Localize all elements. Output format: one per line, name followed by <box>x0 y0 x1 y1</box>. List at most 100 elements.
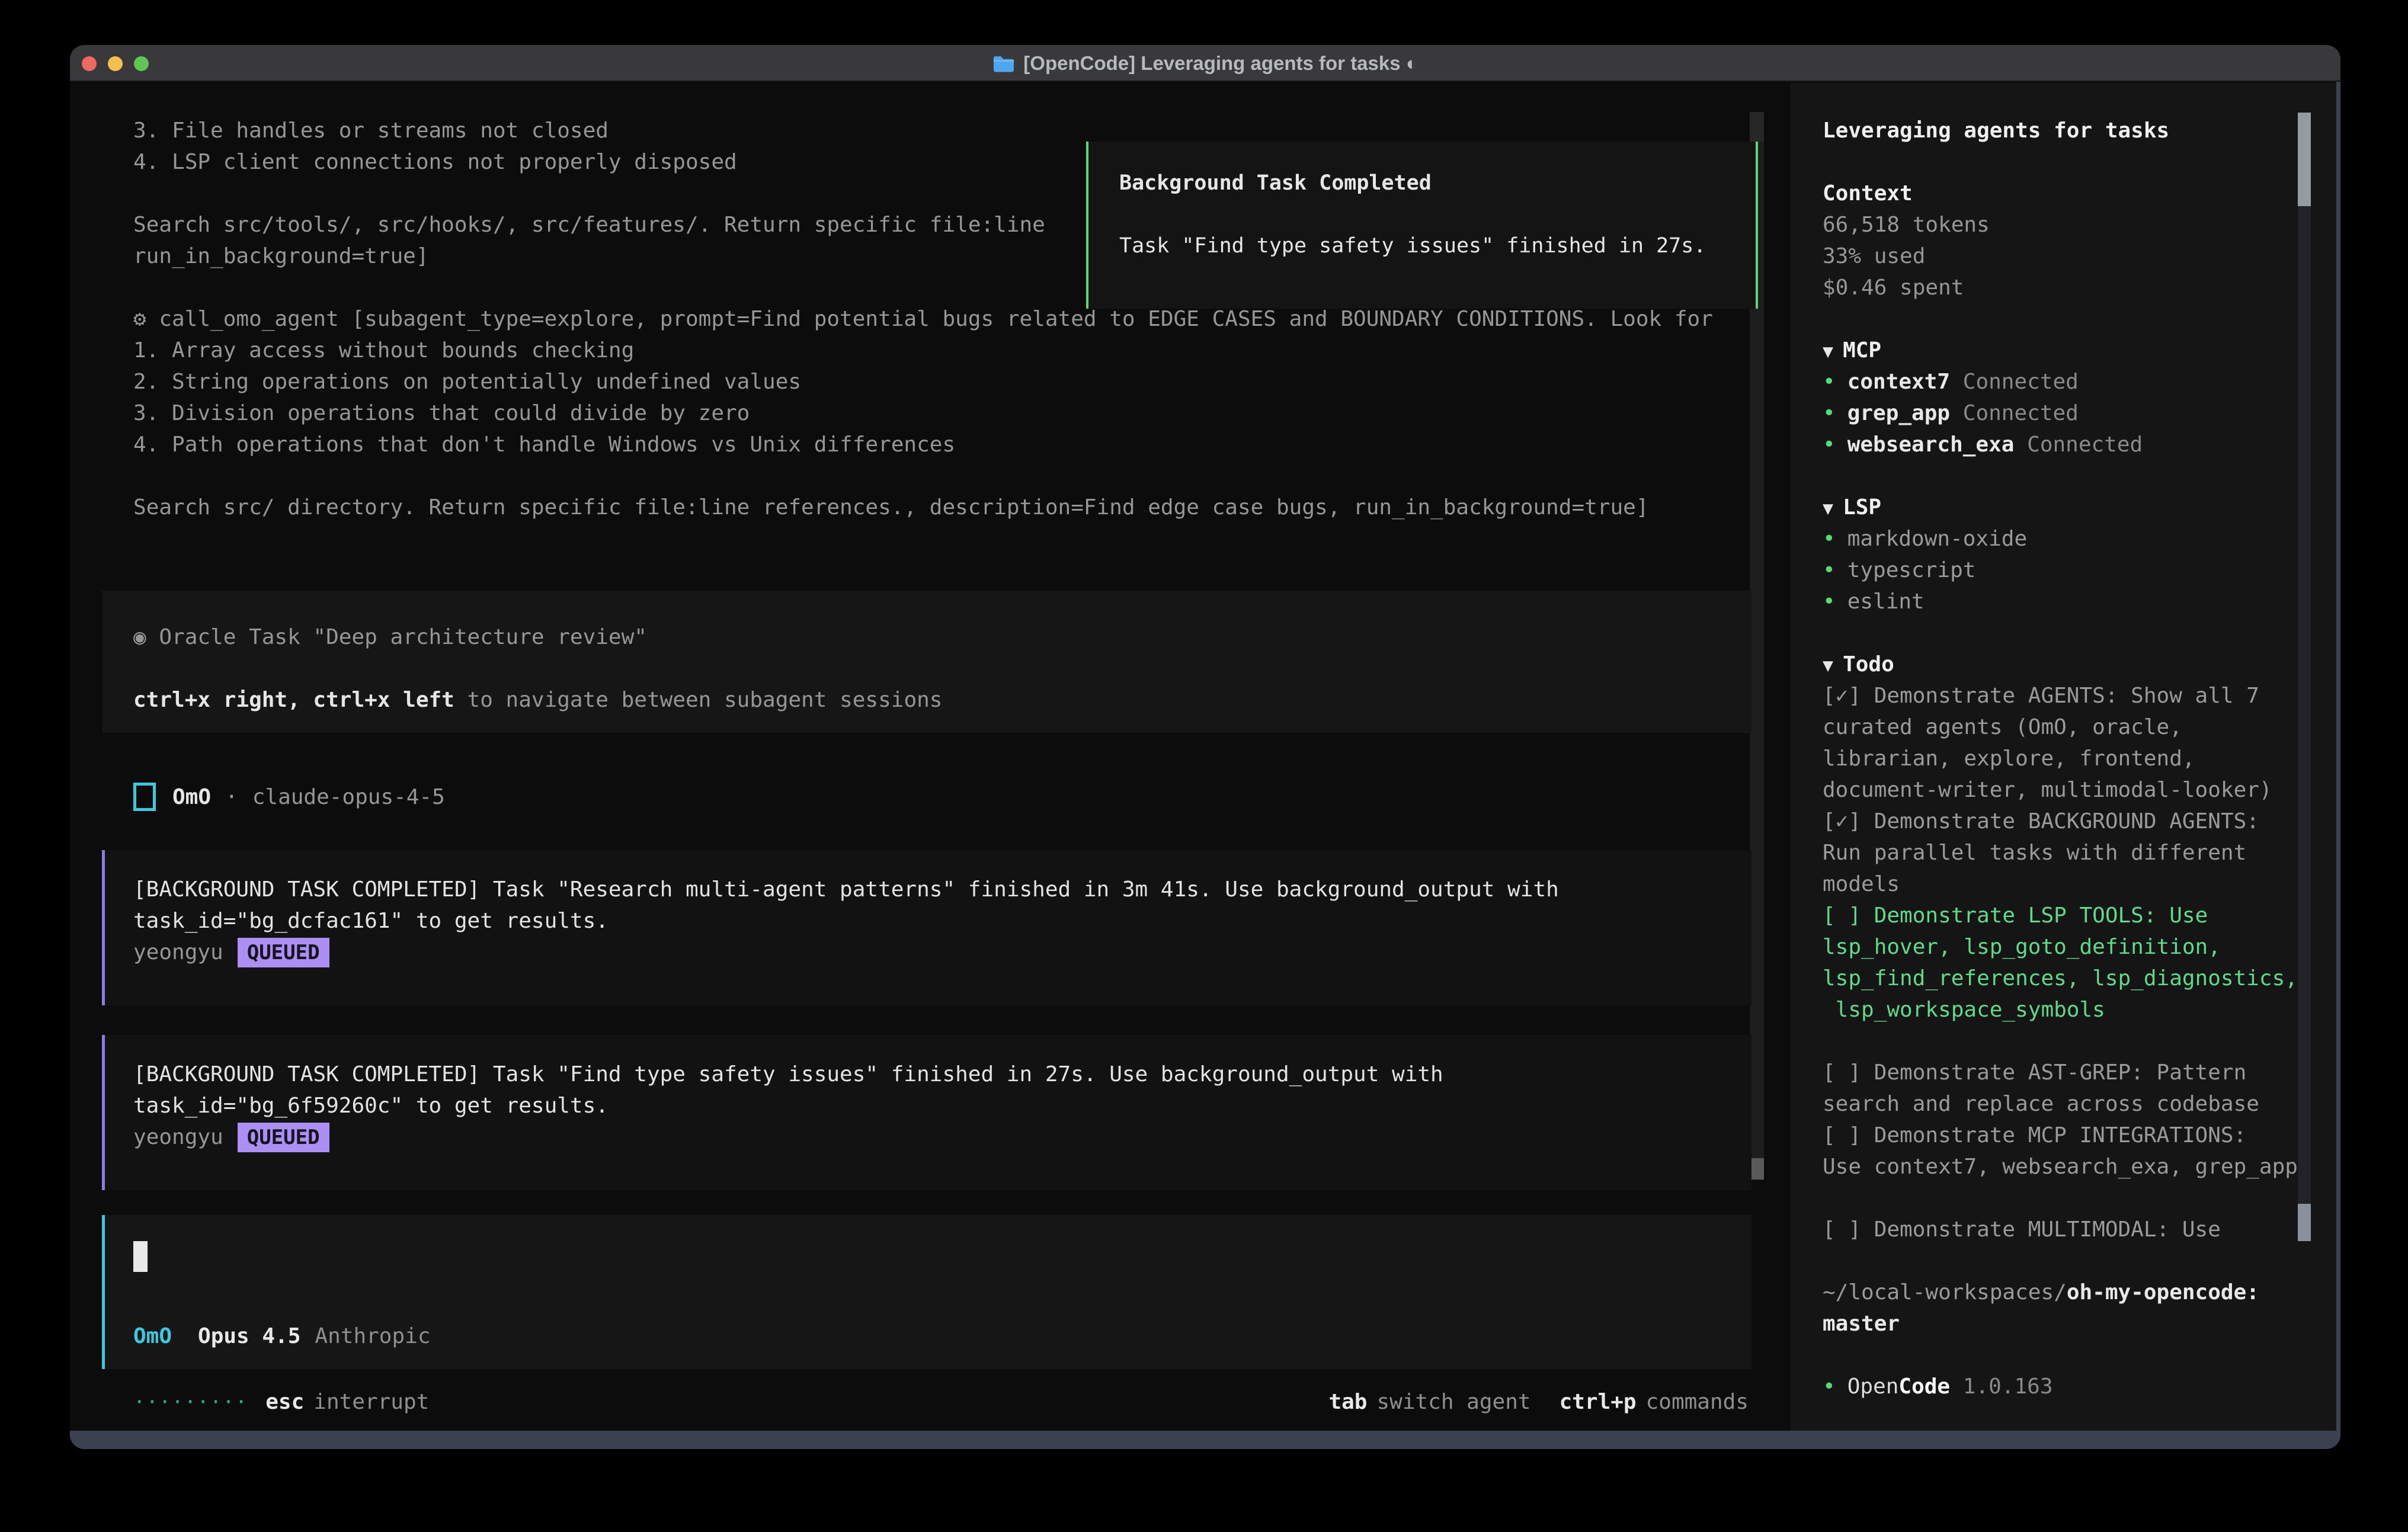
mcp-item-status <box>1950 370 1963 394</box>
prompt-input[interactable]: OmOOpus 4.5Anthropic <box>102 1215 1751 1369</box>
todo-item-line: document-writer, multimodal-looker) <box>1823 774 2314 806</box>
context-spent: $0.46 spent <box>1823 272 2314 303</box>
mcp-item-status <box>2014 432 2027 457</box>
workspace-path: ~/local-workspaces/oh-my-opencode: <box>1823 1277 2314 1308</box>
terminal-line: Search src/ directory. Return specific f… <box>133 492 1767 523</box>
status-badge: QUEUED <box>238 938 329 967</box>
mcp-section-header[interactable]: ▼MCP <box>1823 335 2314 366</box>
app-name-regular: Open <box>1847 1374 1899 1399</box>
message-author: yeongyu <box>133 1125 223 1149</box>
chat-scrollbar-top-cap <box>1750 112 1764 142</box>
oracle-hint: ctrl+x right, ctrl+x left to navigate be… <box>133 684 1751 716</box>
mcp-item-name: grep_app <box>1847 401 1950 425</box>
blank-line <box>1823 303 2314 335</box>
green-dot-icon: • <box>1823 1374 1836 1399</box>
mcp-item-status <box>1950 401 1963 425</box>
chat-pane: 3. File handles or streams not closed 4.… <box>70 83 1791 1449</box>
lsp-item-name: typescript <box>1847 558 1976 582</box>
app-version <box>1950 1374 1963 1399</box>
lsp-heading: LSP <box>1843 495 1881 520</box>
message-line: task_id="bg_dcfac161" to get results. <box>133 905 1734 937</box>
commands-key-label: commands <box>1646 1390 1749 1414</box>
green-dot-icon: • <box>1823 527 1836 551</box>
message-line: task_id="bg_6f59260c" to get results. <box>133 1090 1734 1121</box>
version-row: •OpenCode 1.0.163 <box>1823 1371 2314 1402</box>
status-bar-right: tab switch agent ctrl+p commands <box>1328 1390 1749 1414</box>
todo-item-line: search and replace across codebase <box>1823 1088 2314 1120</box>
message-line: [BACKGROUND TASK COMPLETED] Task "Resear… <box>133 874 1734 905</box>
blank-line <box>1823 1245 2314 1277</box>
terminal-line <box>133 460 1767 492</box>
esc-key-hint[interactable]: esc <box>265 1390 304 1414</box>
todo-section-header[interactable]: ▼Todo <box>1823 649 2314 680</box>
blank-line <box>1823 1025 2314 1057</box>
chevron-down-icon: ▼ <box>1823 655 1833 676</box>
session-title: Leveraging agents for tasks <box>1823 115 2314 146</box>
green-dot-icon: • <box>1823 401 1836 425</box>
mcp-item: •websearch_exa Connected <box>1823 429 2314 460</box>
window-edge-bottom <box>70 1431 2340 1449</box>
lsp-item-name: eslint <box>1847 589 1925 614</box>
oracle-hint-keys: ctrl+x right, ctrl+x left <box>133 688 454 712</box>
mcp-item: •context7 Connected <box>1823 366 2314 398</box>
context-used: 33% used <box>1823 241 2314 272</box>
terminal-line: 2. String operations on potentially unde… <box>133 366 1767 398</box>
oracle-spacer <box>133 653 1751 684</box>
workspace-path-dim: ~/local-workspaces/ <box>1823 1280 2067 1305</box>
background-task-toast[interactable]: Background Task Completed Task "Find typ… <box>1086 142 1758 309</box>
context-tokens: 66,518 tokens <box>1823 209 2314 241</box>
blank-line <box>1823 146 2314 178</box>
message-author: yeongyu <box>133 940 223 964</box>
oracle-hint-text: to navigate between subagent sessions <box>454 688 943 712</box>
mcp-item-status-text: Connected <box>2027 432 2143 457</box>
lsp-item-name: markdown-oxide <box>1847 527 2027 551</box>
todo-item-line: [✓] Demonstrate BACKGROUND AGENTS: <box>1823 806 2314 837</box>
input-footer: OmOOpus 4.5Anthropic <box>133 1321 431 1352</box>
green-dot-icon: • <box>1823 432 1836 457</box>
lsp-item: • markdown-oxide <box>1823 523 2314 555</box>
oracle-task-box: ◉ Oracle Task "Deep architecture review"… <box>102 591 1751 733</box>
todo-item-line: Run parallel tasks with different <box>1823 837 2314 868</box>
blank-line <box>1823 1339 2314 1371</box>
input-model-name[interactable]: Opus 4.5 <box>198 1324 300 1348</box>
spinner-dots-icon: ········· <box>133 1390 248 1414</box>
todo-item-line: curated agents (OmO, oracle, <box>1823 711 2314 743</box>
text-cursor <box>133 1241 148 1272</box>
blank-line <box>1823 1182 2314 1214</box>
blank-line <box>1823 617 2314 649</box>
mcp-item-name: context7 <box>1847 370 1950 394</box>
chat-scrollbar-thumb[interactable] <box>1750 1158 1764 1180</box>
window-title-wrap: [OpenCode] Leveraging agents for tasks ◐ <box>70 45 2340 82</box>
agent-name: OmO <box>172 785 211 809</box>
todo-item-line-active: lsp_find_references, lsp_diagnostics, <box>1823 963 2314 994</box>
sidebar: Leveraging agents for tasks Context 66,5… <box>1791 83 2337 1449</box>
blank-line <box>1823 460 2314 492</box>
toast-title: Background Task Completed <box>1119 168 1756 199</box>
workspace-path-repo: oh-my-opencode: <box>2067 1280 2259 1305</box>
terminal-line: 4. Path operations that don't handle Win… <box>133 429 1767 460</box>
folder-icon <box>992 55 1015 73</box>
todo-item-line: [✓] Demonstrate AGENTS: Show all 7 <box>1823 680 2314 711</box>
app-window: [OpenCode] Leveraging agents for tasks ◐… <box>70 45 2340 1449</box>
todo-item-line: models <box>1823 868 2314 900</box>
green-dot-icon: • <box>1823 589 1836 614</box>
todo-item-line: librarian, explore, frontend, <box>1823 743 2314 774</box>
chevron-down-icon: ▼ <box>1823 498 1833 519</box>
status-bar-left: ········· esc interrupt <box>133 1390 429 1414</box>
toast-body: Task "Find type safety issues" finished … <box>1119 230 1756 262</box>
message-background-task-2: [BACKGROUND TASK COMPLETED] Task "Find t… <box>102 1035 1751 1190</box>
green-dot-icon: • <box>1823 558 1836 582</box>
tab-key-label: switch agent <box>1376 1390 1530 1414</box>
app-version-number: 1.0.163 <box>1963 1374 2053 1399</box>
mcp-item: •grep_app Connected <box>1823 398 2314 429</box>
commands-key-hint[interactable]: ctrl+p <box>1560 1390 1637 1414</box>
todo-item-line: Use context7, websearch_exa, grep_app <box>1823 1151 2314 1182</box>
lsp-section-header[interactable]: ▼ LSP <box>1823 492 2314 523</box>
terminal-line: 3. Division operations that could divide… <box>133 398 1767 429</box>
message-meta: yeongyu QUEUED <box>133 937 1734 968</box>
todo-item-line: [ ] Demonstrate MCP INTEGRATIONS: <box>1823 1120 2314 1151</box>
input-agent-name[interactable]: OmO <box>133 1324 172 1348</box>
window-edge-right <box>2336 82 2340 1449</box>
lsp-item: • eslint <box>1823 586 2314 617</box>
tab-key-hint[interactable]: tab <box>1328 1390 1367 1414</box>
